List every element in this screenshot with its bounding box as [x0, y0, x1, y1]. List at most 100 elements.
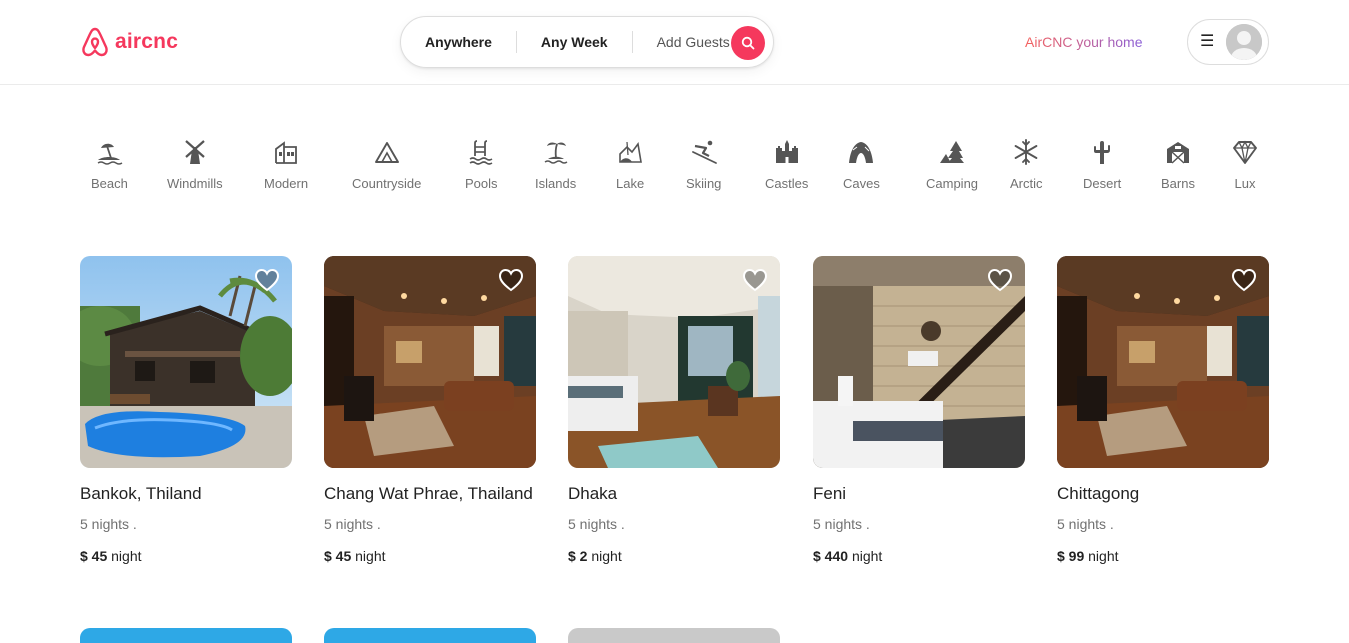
listing-price-row: $ 99 night — [1057, 546, 1269, 566]
category-label: Modern — [264, 176, 309, 191]
barn-icon — [1166, 142, 1189, 164]
lake-icon — [619, 141, 643, 163]
listing-card[interactable]: Dhaka 5 nights . $ 2 night — [568, 256, 780, 566]
category-label: Pools — [465, 176, 498, 191]
listing-title: Bankok, Thiland — [80, 484, 202, 503]
category-label: Beach — [91, 176, 128, 191]
category-label: Camping — [926, 176, 979, 191]
category-caves[interactable]: Caves — [843, 138, 880, 191]
island-icon — [544, 142, 568, 164]
listing-price: $ 440 — [813, 548, 849, 564]
listing-title: Feni — [813, 484, 847, 503]
search-week[interactable]: Any Week — [517, 32, 632, 52]
snowflake-icon — [1014, 139, 1038, 165]
cave-icon — [849, 142, 874, 163]
category-label: Castles — [765, 176, 809, 191]
listing-price: $ 45 — [80, 548, 108, 564]
search-icon — [741, 36, 755, 50]
category-camping[interactable]: Camping — [926, 138, 978, 191]
castle-icon — [775, 140, 798, 163]
category-countryside[interactable]: Countryside — [352, 138, 421, 191]
listing-price-unit: night — [355, 548, 386, 564]
listing-price: $ 45 — [324, 548, 352, 564]
listing-price-unit: night — [1088, 548, 1119, 564]
listing-photo[interactable] — [568, 256, 780, 468]
favorite-heart-icon[interactable] — [987, 268, 1013, 292]
category-beach[interactable]: Beach — [91, 138, 128, 191]
listing-price-unit: night — [111, 548, 142, 564]
category-desert[interactable]: Desert — [1083, 138, 1121, 191]
cactus-icon — [1094, 141, 1111, 164]
top-navbar: aircnc Anywhere Any Week Add Guests AirC… — [0, 0, 1349, 85]
listing-price-unit: night — [851, 548, 883, 564]
listing-photo[interactable] — [1057, 256, 1269, 468]
listing-nights: 5 nights . — [80, 516, 137, 532]
windmill-icon — [185, 140, 205, 164]
favorite-heart-icon[interactable] — [254, 268, 280, 292]
listing-title: Chang Wat Phrae, Thailand — [324, 484, 533, 503]
category-label: Arctic — [1010, 176, 1043, 191]
category-islands[interactable]: Islands — [535, 138, 576, 191]
category-skiing[interactable]: Skiing — [686, 138, 721, 191]
category-label: Skiing — [686, 176, 722, 191]
listing-price-unit: night — [591, 548, 622, 564]
listing-card[interactable]: Feni 5 nights . $ 440 night — [813, 256, 1025, 566]
pool-icon — [469, 140, 493, 165]
skiing-icon — [691, 140, 717, 164]
search-location[interactable]: Anywhere — [401, 32, 516, 52]
category-label: Lux — [1234, 176, 1256, 191]
listing-nights: 5 nights . — [813, 516, 870, 532]
favorite-heart-icon[interactable] — [498, 268, 524, 292]
modern-building-icon — [275, 141, 297, 164]
listing-card-partial[interactable] — [80, 628, 292, 643]
category-label: Desert — [1083, 176, 1122, 191]
listing-price: $ 99 — [1057, 548, 1085, 564]
camping-icon — [940, 141, 965, 163]
category-label: Lake — [616, 176, 645, 191]
user-avatar-icon — [1226, 24, 1262, 60]
category-windmills[interactable]: Windmills — [167, 138, 223, 191]
category-modern[interactable]: Modern — [264, 138, 308, 191]
category-label: Countryside — [352, 176, 422, 191]
mountain-icon — [374, 142, 399, 163]
favorite-heart-icon[interactable] — [742, 268, 768, 292]
category-lake[interactable]: Lake — [616, 138, 644, 191]
listing-nights: 5 nights . — [568, 516, 625, 532]
listing-price: $ 2 — [568, 548, 588, 564]
category-label: Windmills — [167, 176, 223, 191]
host-your-home-link[interactable]: AirCNC your home — [1025, 34, 1142, 50]
listing-photo[interactable] — [324, 256, 536, 468]
favorite-heart-icon[interactable] — [1231, 268, 1257, 292]
hamburger-icon: ☰ — [1200, 33, 1215, 50]
category-label: Islands — [535, 176, 577, 191]
listing-card[interactable]: Bankok, Thiland 5 nights . $ 45 night — [80, 256, 292, 566]
search-bar[interactable]: Anywhere Any Week Add Guests — [400, 16, 774, 68]
category-castles[interactable]: Castles — [765, 138, 808, 191]
category-arctic[interactable]: Arctic — [1010, 138, 1043, 191]
listing-nights: 5 nights . — [1057, 516, 1114, 532]
user-menu-button[interactable]: ☰ — [1187, 19, 1269, 65]
category-bar: Beach Windmills Modern Countryside Pools… — [80, 138, 1270, 198]
listing-photo[interactable] — [80, 256, 292, 468]
listing-title: Chittagong — [1057, 484, 1140, 503]
listing-price-row: $ 45 night — [324, 546, 536, 566]
listing-nights: 5 nights . — [324, 516, 381, 532]
listing-card-partial[interactable] — [568, 628, 780, 643]
category-pools[interactable]: Pools — [465, 138, 498, 191]
brand-name: aircnc — [115, 30, 179, 53]
listing-price-row: $ 440 night — [813, 546, 1025, 566]
beach-icon — [98, 143, 123, 165]
listing-card-partial[interactable] — [324, 628, 536, 643]
listing-title: Dhaka — [568, 484, 618, 503]
listing-card[interactable]: Chittagong 5 nights . $ 99 night — [1057, 256, 1269, 566]
listing-price-row: $ 45 night — [80, 546, 292, 566]
listing-price-row: $ 2 night — [568, 546, 780, 566]
diamond-icon — [1233, 140, 1257, 164]
category-barns[interactable]: Barns — [1161, 138, 1195, 191]
listing-card[interactable]: Chang Wat Phrae, Thailand 5 nights . $ 4… — [324, 256, 536, 566]
category-lux[interactable]: Lux — [1231, 138, 1259, 191]
brand-logo[interactable]: aircnc — [80, 26, 178, 58]
search-button[interactable] — [731, 26, 765, 60]
listing-photo[interactable] — [813, 256, 1025, 468]
aircnc-logo-icon — [82, 27, 108, 57]
